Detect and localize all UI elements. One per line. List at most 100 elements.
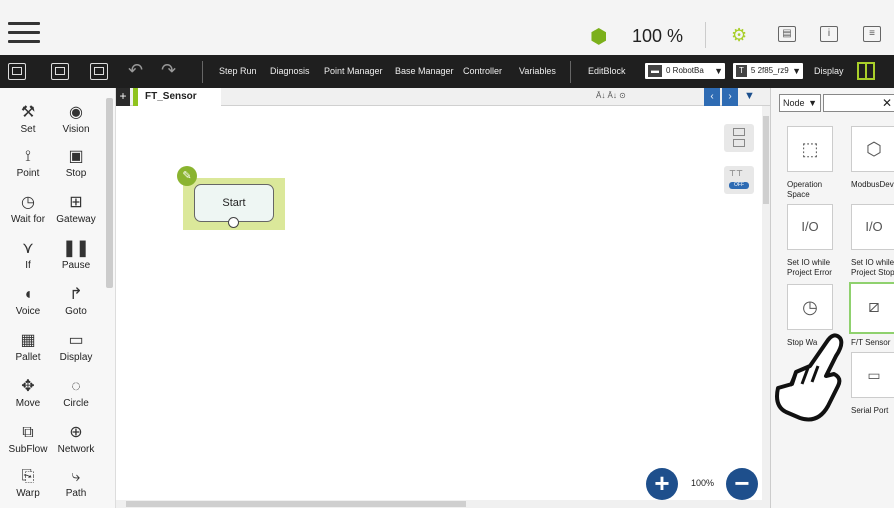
palette-label: Network: [57, 444, 95, 455]
sort-tools[interactable]: Ā↓ Ā↓ ⊙: [596, 91, 626, 100]
palette-item-move[interactable]: ✥ Move: [2, 376, 54, 409]
tab-bar: + FT_Sensor Ā↓ Ā↓ ⊙ ‹ › ▼: [116, 88, 770, 106]
if-icon: ⋎: [22, 240, 34, 257]
node-operation-space[interactable]: ⬚: [787, 126, 833, 172]
save-as-icon[interactable]: [90, 63, 108, 80]
palette-item-point[interactable]: ⟟ Point: [2, 146, 54, 179]
palette-item-path[interactable]: ⤷ Path: [50, 466, 102, 499]
tab-next-button[interactable]: ›: [722, 88, 738, 106]
wait-icon: ◷: [21, 194, 35, 211]
top-bar: ⬢ 100 % ⚙ ▤ i ≡: [0, 0, 894, 55]
palette-item-goto[interactable]: ↱ Goto: [50, 284, 102, 317]
tab-ft-sensor[interactable]: FT_Sensor: [133, 88, 221, 106]
palette-item-stop[interactable]: ▣ Stop: [50, 146, 102, 179]
base-select-value: 0 RobotBa: [666, 66, 704, 75]
tab-prev-button[interactable]: ‹: [704, 88, 720, 106]
horizontal-scroll-thumb[interactable]: [126, 501, 466, 507]
node-label: Serial Port: [851, 406, 889, 415]
zoom-out-button[interactable]: −: [726, 468, 758, 500]
palette-item-display[interactable]: ▭ Display: [50, 330, 102, 363]
menu-icon[interactable]: [8, 22, 40, 44]
path-icon: ⤷: [71, 468, 81, 485]
palette-item-set[interactable]: ⚒ Set: [2, 102, 54, 135]
palette-scrollbar[interactable]: [106, 98, 113, 288]
separator: [202, 61, 203, 83]
node-label: ModbusDev: [851, 180, 894, 189]
display-layout-icon[interactable]: [857, 62, 875, 80]
start-output-port[interactable]: [228, 217, 239, 228]
chevron-down-icon: ▼: [808, 98, 817, 108]
screen-icon[interactable]: ≡: [863, 26, 881, 42]
node-modbus[interactable]: ⬡: [851, 126, 894, 172]
variables-button[interactable]: Variables: [519, 66, 556, 76]
node-label: F/T Sensor: [851, 338, 891, 347]
zoom-in-button[interactable]: +: [646, 468, 678, 500]
layout-button[interactable]: [724, 124, 754, 152]
display-button[interactable]: Display: [814, 66, 844, 76]
ft-sensor-icon: ⧄: [868, 296, 880, 316]
zoom-level: 100%: [691, 478, 715, 488]
base-icon: ▬: [648, 65, 662, 77]
robot-status-icon[interactable]: ⚙: [731, 25, 747, 46]
circle-icon: ◌: [71, 378, 81, 395]
save-icon[interactable]: [51, 63, 69, 80]
node-stopwatch[interactable]: ◷: [787, 284, 833, 330]
close-icon[interactable]: ✕: [882, 96, 892, 110]
node-palette: ⚒ Set ◉ Vision ⟟ Point ▣ Stop ◷ Wait for ⊞ Gat…: [0, 88, 116, 508]
palette-label: Set: [20, 124, 36, 135]
controller-button[interactable]: Controller: [463, 66, 502, 76]
base-manager-button[interactable]: Base Manager: [395, 66, 454, 76]
point-manager-button[interactable]: Point Manager: [324, 66, 383, 76]
info-icon[interactable]: i: [820, 26, 838, 42]
separator: [570, 61, 571, 83]
tool-select[interactable]: T5 2f85_rz9 ▼: [733, 63, 803, 79]
palette-item-subflow[interactable]: ⧉ SubFlow: [2, 422, 54, 455]
chevron-down-icon: ▼: [714, 66, 723, 76]
palette-item-pallet[interactable]: ▦ Pallet: [2, 330, 54, 363]
palette-item-circle[interactable]: ◌ Circle: [50, 376, 102, 409]
palette-item-wait-for[interactable]: ◷ Wait for: [2, 192, 54, 225]
voice-icon: ◖: [23, 286, 33, 303]
palette-item-if[interactable]: ⋎ If: [2, 238, 54, 271]
add-tab-button[interactable]: +: [116, 88, 130, 106]
speed-icon[interactable]: ⬢: [590, 24, 607, 49]
diagnosis-button[interactable]: Diagnosis: [270, 66, 310, 76]
palette-label: Warp: [16, 488, 40, 499]
node-io-stop[interactable]: I/O: [851, 204, 894, 250]
step-run-button[interactable]: Step Run: [219, 66, 257, 76]
base-select[interactable]: ▬ 0 RobotBa ▼: [645, 63, 725, 79]
tool-label: T: [736, 65, 747, 77]
node-serial-port[interactable]: ▭: [851, 352, 894, 398]
palette-item-warp[interactable]: ⎘ Warp: [2, 466, 54, 499]
subflow-icon: ⧉: [22, 424, 34, 441]
new-file-icon[interactable]: [8, 63, 26, 80]
tab-list-dropdown[interactable]: ▼: [744, 90, 755, 102]
redo-icon[interactable]: ↷: [161, 60, 176, 81]
undo-icon[interactable]: ↶: [128, 60, 143, 81]
palette-label: Vision: [62, 124, 90, 135]
eye-icon: ◉: [69, 104, 83, 121]
io-error-icon: I/O: [801, 219, 819, 234]
palette-item-network[interactable]: ⊕ Network: [50, 422, 102, 455]
layout-icon: [733, 139, 745, 147]
io-stop-icon: I/O: [865, 219, 883, 234]
operation-space-icon: ⬚: [801, 139, 819, 159]
vertical-scroll-thumb[interactable]: [763, 116, 769, 204]
node-type-select[interactable]: Node ▼: [779, 94, 821, 112]
flow-canvas[interactable]: + FT_Sensor Ā↓ Ā↓ ⊙ ‹ › ▼ ⊤⊤ OFF ✎ Start…: [116, 88, 770, 508]
node-search-input[interactable]: ✕: [823, 94, 894, 112]
palette-item-vision[interactable]: ◉ Vision: [50, 102, 102, 135]
pencil-icon[interactable]: ✎: [177, 166, 197, 186]
palette-item-gateway[interactable]: ⊞ Gateway: [50, 192, 102, 225]
palette-item-voice[interactable]: ◖ Voice: [2, 284, 54, 317]
node-ft-sensor[interactable]: ⧄: [849, 282, 894, 334]
palette-item-pause[interactable]: ❚❚ Pause: [50, 238, 102, 271]
display-icon: ▭: [68, 332, 84, 349]
warp-icon: ⎘: [21, 468, 35, 485]
goto-icon: ↱: [69, 286, 83, 303]
edit-block-button[interactable]: EditBlock: [588, 66, 626, 76]
panel-icon[interactable]: ▤: [778, 26, 796, 42]
toggle-switch-button[interactable]: ⊤⊤ OFF: [724, 166, 754, 194]
node-io-error[interactable]: I/O: [787, 204, 833, 250]
speed-value: 100 %: [632, 26, 684, 46]
